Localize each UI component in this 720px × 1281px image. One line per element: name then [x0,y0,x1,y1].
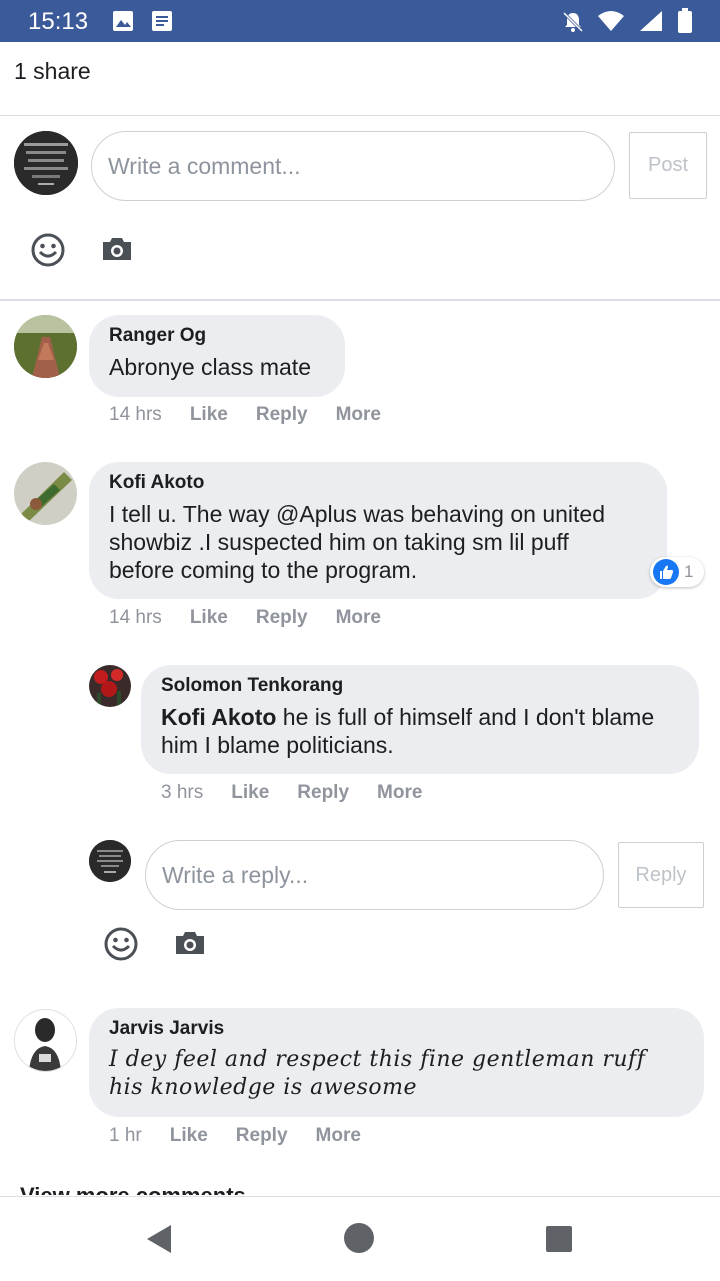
replier-avatar[interactable] [89,665,131,707]
view-more-comments-link[interactable]: View more comments [20,1183,246,1195]
reply-placeholder: Write a reply... [162,861,309,888]
reply-button[interactable]: Reply [256,404,308,426]
emoji-icon[interactable] [30,232,66,268]
comment-author[interactable]: Kofi Akoto [109,472,647,494]
reply-button[interactable]: Reply [256,607,308,629]
comment-author[interactable]: Jarvis Jarvis [109,1018,684,1040]
recents-icon[interactable] [545,1225,573,1253]
reply-button[interactable]: Reply [236,1125,288,1147]
like-button[interactable]: Like [231,782,269,804]
avatar-image [89,840,131,882]
comment-actions: 14 hrs Like Reply More [109,404,409,426]
comment-bubble: Jarvis Jarvis I dey feel and respect thi… [89,1008,704,1117]
comment-text: I dey feel and respect this fine gentlem… [109,1047,646,1100]
my-avatar [89,840,131,882]
like-button[interactable]: Like [190,607,228,629]
wifi-icon [598,11,624,31]
comment-time: 1 hr [109,1125,142,1146]
comment-time: 14 hrs [109,404,162,425]
more-button[interactable]: More [316,1125,361,1147]
status-bar: 15:13 [0,0,720,42]
camera-icon[interactable] [101,236,133,262]
avatar-image [89,665,131,707]
commenter-avatar[interactable] [14,1009,77,1072]
comment-text: Abronye class mate [109,354,311,380]
mention-link[interactable]: Kofi Akoto [161,704,276,730]
more-button[interactable]: More [377,782,422,804]
avatar-image [14,131,78,195]
status-time: 15:13 [28,8,89,35]
signal-icon [640,11,662,31]
like-reaction-icon [653,559,679,585]
comment-bubble: Kofi Akoto I tell u. The way @Aplus was … [89,462,667,599]
comment-input[interactable]: Write a comment... [91,131,615,201]
comment-placeholder: Write a comment... [108,152,301,179]
home-icon[interactable] [343,1222,375,1254]
back-icon[interactable] [145,1223,173,1255]
message-icon [152,11,172,31]
notifications-off-icon [562,11,584,33]
reaction-count: 1 [684,562,694,581]
camera-icon[interactable] [174,930,206,956]
commenter-avatar[interactable] [14,315,77,378]
like-button[interactable]: Like [170,1125,208,1147]
like-button[interactable]: Like [190,404,228,426]
comment-bubble: Ranger Og Abronye class mate [89,315,345,397]
my-avatar [14,131,78,195]
reply-author[interactable]: Solomon Tenkorang [161,675,679,697]
divider [0,299,720,301]
comment-author[interactable]: Ranger Og [109,325,325,347]
reply-text: Kofi Akoto he is full of himself and I d… [161,703,681,759]
post-button[interactable]: Post [629,132,707,199]
comment-text: I tell u. The way @Aplus was behaving on… [109,501,605,583]
reply-button[interactable]: Reply [297,782,349,804]
comment-actions: 1 hr Like Reply More [109,1125,389,1147]
comment-time: 14 hrs [109,607,162,628]
share-count[interactable]: 1 share [14,58,91,85]
navigation-bar [0,1196,720,1281]
reply-input[interactable]: Write a reply... [145,840,604,910]
image-icon [113,11,133,31]
reply-bubble: Solomon Tenkorang Kofi Akoto he is full … [141,665,699,774]
reply-actions: 3 hrs Like Reply More [161,782,450,804]
more-button[interactable]: More [336,607,381,629]
avatar-image [14,462,77,525]
reply-submit-button[interactable]: Reply [618,842,704,908]
more-button[interactable]: More [336,404,381,426]
avatar-image [15,1010,76,1071]
avatar-image [14,315,77,378]
reply-time: 3 hrs [161,782,204,803]
emoji-icon[interactable] [103,926,139,962]
commenter-avatar[interactable] [14,462,77,525]
divider [0,115,720,116]
battery-icon [678,8,692,33]
comment-actions: 14 hrs Like Reply More [109,607,409,629]
reaction-badge[interactable]: 1 [650,557,704,587]
